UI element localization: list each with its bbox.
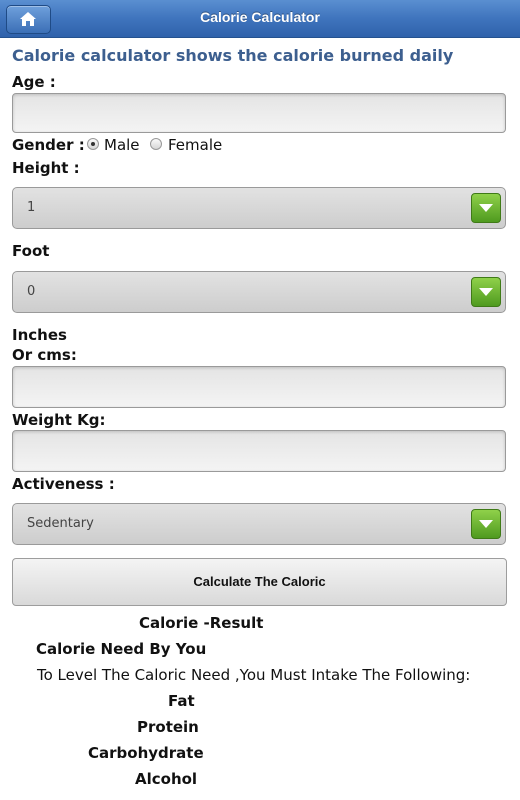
age-input[interactable] [12,93,506,133]
dropdown-arrow-icon[interactable] [471,509,501,539]
gender-label: Gender : [12,136,85,154]
fat-label: Fat [168,692,195,710]
height-select[interactable]: 1 [12,187,506,229]
inches-label: Inches [12,326,67,344]
page-title: Calorie Calculator [200,9,320,25]
inches-cms-input[interactable] [12,366,506,408]
protein-label: Protein [137,718,199,736]
calorie-need-label: Calorie Need By You [36,640,207,658]
alcohol-label: Alcohol [135,770,198,788]
gender-male-label[interactable]: Male [104,136,140,154]
gender-female-label[interactable]: Female [168,136,222,154]
height-select-value: 1 [27,200,36,215]
app-header: Calorie Calculator [0,0,520,38]
height-label: Height : [12,159,80,177]
intro-text: Calorie calculator shows the calorie bur… [12,46,454,65]
gender-female-radio[interactable] [150,138,162,150]
dropdown-arrow-icon[interactable] [471,277,501,307]
foot-label: Foot [12,242,50,260]
activeness-select[interactable]: Sedentary [12,503,506,545]
foot-select[interactable]: 0 [12,271,506,313]
dropdown-arrow-icon[interactable] [471,193,501,223]
weight-label: Weight Kg: [12,411,106,429]
calculate-button[interactable]: Calculate The Caloric [12,558,507,606]
gender-male-radio[interactable] [87,138,99,150]
foot-select-value: 0 [27,284,36,299]
activeness-label: Activeness : [12,475,115,493]
carbohydrate-label: Carbohydrate [88,744,204,762]
cms-label: Or cms: [12,346,77,364]
weight-input[interactable] [12,430,506,472]
age-label: Age : [12,73,56,91]
intake-instruction: To Level The Caloric Need ,You Must Inta… [37,666,471,684]
activeness-select-value: Sedentary [27,516,94,531]
result-title: Calorie -Result [139,614,264,632]
